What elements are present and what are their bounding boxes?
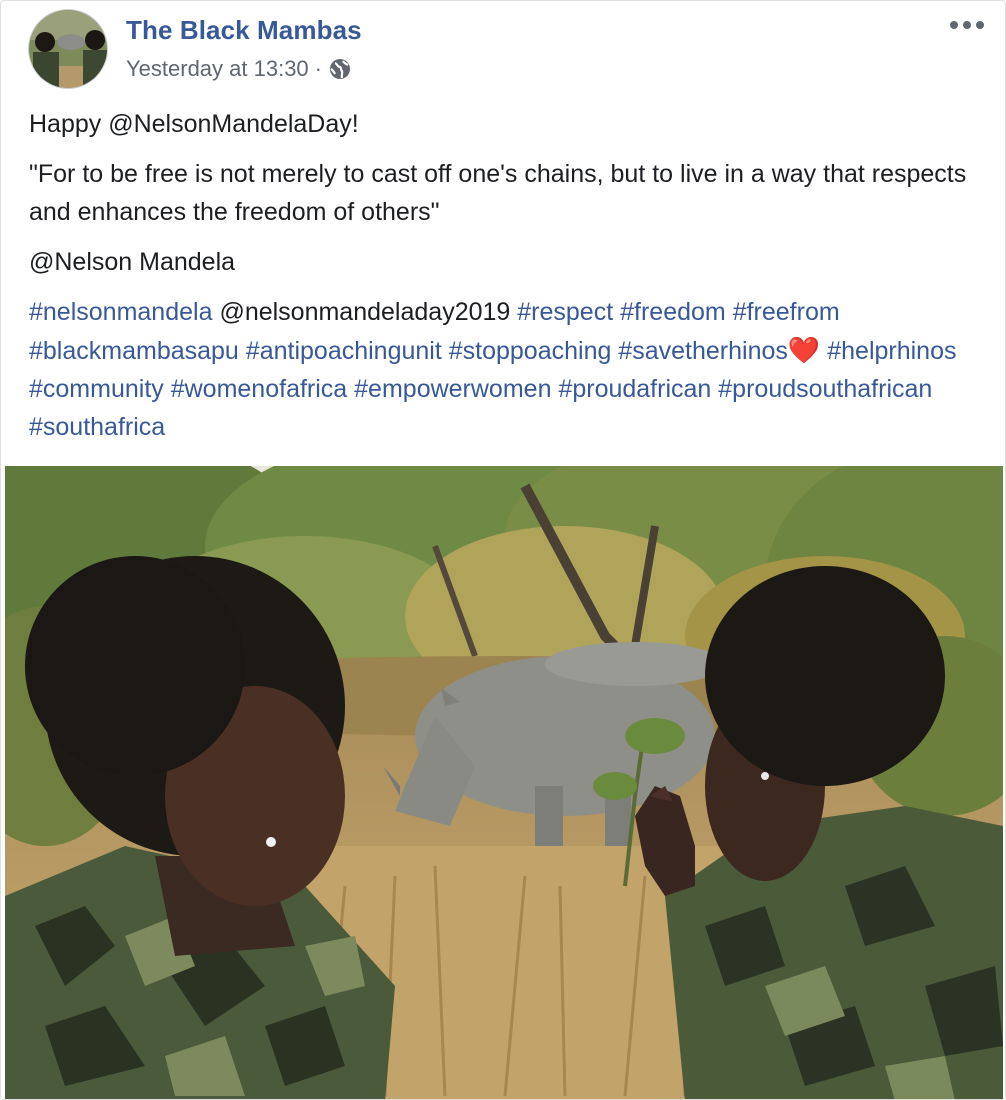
timestamp[interactable]: Yesterday at 13:30 [126,56,309,82]
more-options-icon[interactable] [947,11,987,39]
post-card: The Black Mambas Yesterday at 13:30 · Ha [0,0,1006,1100]
globe-icon[interactable] [328,57,352,81]
post-photo[interactable] [5,466,1003,1099]
hashtag-link[interactable]: #southafrica [29,413,165,441]
meta-separator: · [314,56,322,81]
post-text: Happy @NelsonMandelaDay! "For to be free… [29,105,979,446]
hashtag-link[interactable]: #womenofafrica [171,375,347,403]
page-name-link[interactable]: The Black Mambas [126,15,362,46]
hashtag-list: #nelsonmandela @nelsonmandeladay2019 #re… [29,293,979,446]
post-quote: "For to be free is not merely to cast of… [29,160,967,226]
post-attribution: @Nelson Mandela [29,248,236,276]
hashtag-link[interactable]: #proudsouthafrican [718,375,932,403]
hashtag-link[interactable]: #proudafrican [558,375,711,403]
hashtag-link[interactable]: #freefrom [733,298,840,326]
hashtag-link[interactable]: #freedom [620,298,726,326]
hashtag-link[interactable]: #helprhinos [827,337,956,365]
hashtag-link[interactable]: #empowerwomen [354,375,551,403]
post-meta: Yesterday at 13:30 · [126,55,352,83]
post-header: The Black Mambas Yesterday at 13:30 · [1,1,1005,101]
mention-text: @nelsonmandeladay2019 [219,298,511,326]
hashtag-link[interactable]: #respect [517,298,613,326]
hashtag-link[interactable]: #blackmambasapu [29,337,239,365]
post-greeting: Happy @NelsonMandelaDay! [29,110,359,138]
hashtag-link[interactable]: #nelsonmandela [29,298,212,326]
hashtag-link[interactable]: #stoppoaching [449,337,612,365]
hashtag-link[interactable]: #savetherhinos [618,337,788,365]
heart-emoji: ❤️ [787,335,821,365]
hashtag-link[interactable]: #antipoachingunit [246,337,442,365]
avatar[interactable] [28,9,108,89]
hashtag-link[interactable]: #community [29,375,164,403]
